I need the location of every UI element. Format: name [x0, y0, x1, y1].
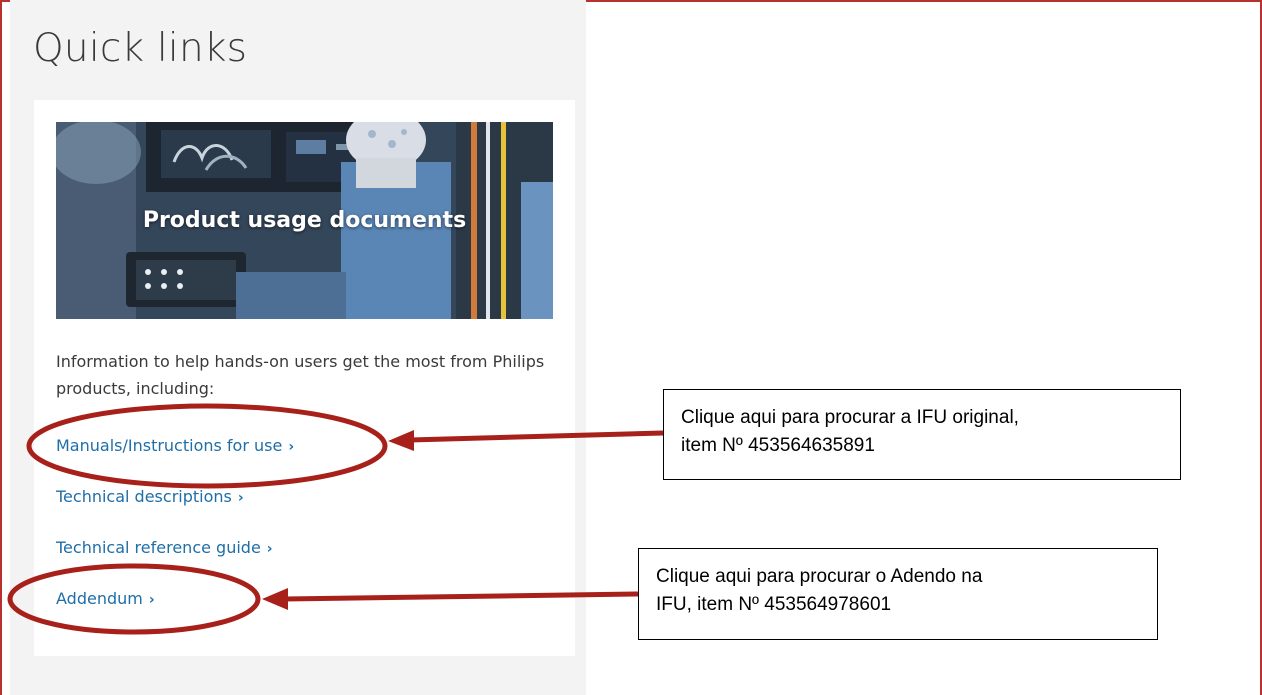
chevron-right-icon: ›	[237, 490, 244, 506]
link-label: Technical descriptions	[56, 487, 232, 506]
link-label: Technical reference guide	[56, 538, 261, 557]
callout-ifu-original: Clique aqui para procurar a IFU original…	[663, 389, 1181, 480]
link-addendum[interactable]: Addendum ›	[56, 589, 155, 608]
chevron-right-icon: ›	[288, 439, 295, 455]
page-title: Quick links	[33, 26, 248, 71]
callout-ifu-line1: Clique aqui para procurar a IFU original…	[681, 407, 1019, 428]
callout-ifu-line2: item Nº 453564635891	[681, 435, 875, 456]
callout-addendum-line1: Clique aqui para procurar o Adendo na	[656, 566, 983, 587]
card-description: Information to help hands-on users get t…	[56, 352, 545, 398]
link-technical-reference-guide[interactable]: Technical reference guide ›	[56, 538, 273, 557]
hero-image[interactable]: Product usage documents	[56, 122, 553, 319]
link-label: Manuals/Instructions for use	[56, 436, 283, 455]
callout-addendum: Clique aqui para procurar o Adendo na IF…	[638, 548, 1158, 640]
chevron-right-icon: ›	[148, 592, 155, 608]
link-technical-descriptions[interactable]: Technical descriptions ›	[56, 487, 244, 506]
product-usage-card: Product usage documents Information to h…	[34, 100, 575, 656]
link-manuals-instructions[interactable]: Manuals/Instructions for use ›	[56, 436, 294, 455]
hero-title: Product usage documents	[142, 208, 467, 233]
link-label: Addendum	[56, 589, 143, 608]
chevron-right-icon: ›	[266, 541, 273, 557]
callout-addendum-line2: IFU, item Nº 453564978601	[656, 594, 892, 615]
